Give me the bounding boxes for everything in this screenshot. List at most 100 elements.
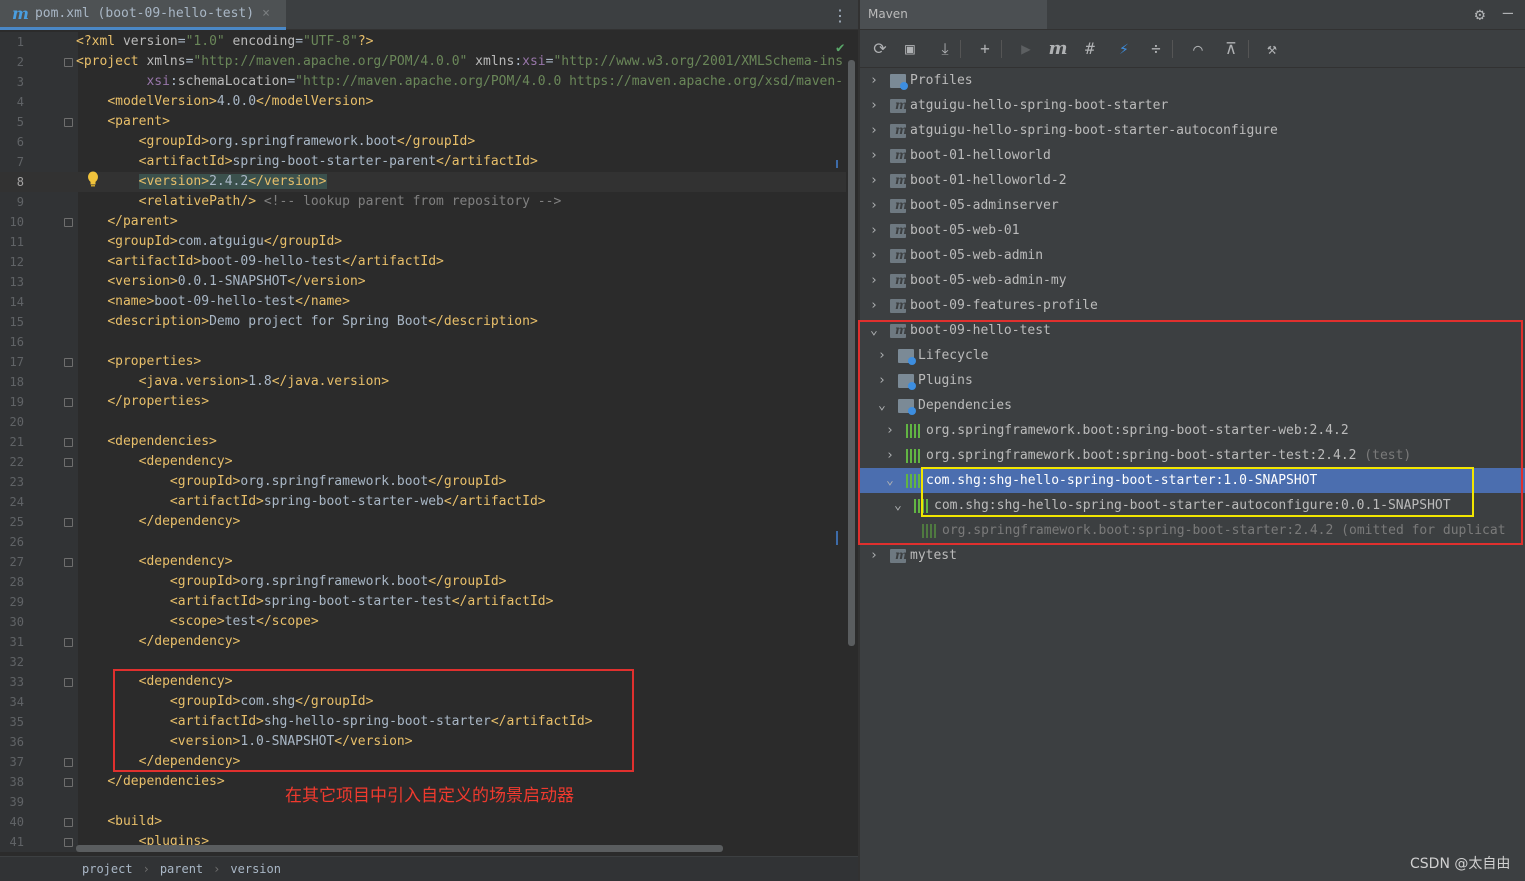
code-line[interactable]: 23 <groupId>org.springframework.boot</gr…: [0, 472, 846, 492]
code-line[interactable]: 9 <relativePath/> <!-- lookup parent fro…: [0, 192, 846, 212]
chevron-right-icon[interactable]: ›: [870, 93, 882, 118]
code-line[interactable]: 28 <groupId>org.springframework.boot</gr…: [0, 572, 846, 592]
code-line[interactable]: 19 </properties>: [0, 392, 846, 412]
code-text: <?xml version="1.0" encoding="UTF-8"?>: [76, 34, 374, 49]
line-number: 33: [9, 675, 24, 689]
code-line[interactable]: 7 <artifactId>spring-boot-starter-parent…: [0, 152, 846, 172]
fold-marker-icon[interactable]: [64, 58, 73, 67]
tree-item[interactable]: › atguigu-hello-spring-boot-starter-autoc…: [860, 118, 1525, 143]
code-line[interactable]: 29 <artifactId>spring-boot-starter-test<…: [0, 592, 846, 612]
breadcrumb-item-parent[interactable]: parent: [160, 862, 203, 876]
show-dependencies-icon[interactable]: ⌒: [1188, 39, 1208, 59]
fold-marker-icon[interactable]: [64, 758, 73, 767]
tree-item[interactable]: › boot-05-web-01: [860, 218, 1525, 243]
code-line[interactable]: 14 <name>boot-09-hello-test</name>: [0, 292, 846, 312]
chevron-right-icon[interactable]: ›: [870, 543, 882, 568]
code-line[interactable]: 24 <artifactId>spring-boot-starter-web</…: [0, 492, 846, 512]
code-line[interactable]: 31 </dependency>: [0, 632, 846, 652]
chevron-right-icon[interactable]: ›: [870, 118, 882, 143]
fold-marker-icon[interactable]: [64, 218, 73, 227]
code-line[interactable]: 12 <artifactId>boot-09-hello-test</artif…: [0, 252, 846, 272]
chevron-right-icon[interactable]: ›: [870, 68, 882, 93]
add-icon[interactable]: +: [975, 39, 995, 59]
collapse-all-icon[interactable]: ÷: [1146, 39, 1166, 59]
code-line[interactable]: 13 <version>0.0.1-SNAPSHOT</version>: [0, 272, 846, 292]
tree-item[interactable]: › boot-05-web-admin: [860, 243, 1525, 268]
toolbar-separator: [1248, 40, 1249, 58]
code-line[interactable]: 6 <groupId>org.springframework.boot</gro…: [0, 132, 846, 152]
code-line[interactable]: 3 xsi:schemaLocation="http://maven.apach…: [0, 72, 846, 92]
maven-title: Maven: [860, 0, 1047, 29]
fold-marker-icon[interactable]: [64, 778, 73, 787]
code-line[interactable]: 40 <build>: [0, 812, 846, 832]
fold-marker-icon[interactable]: [64, 518, 73, 527]
tree-item[interactable]: › Profiles: [860, 68, 1525, 93]
line-number: 25: [9, 515, 24, 529]
tree-item[interactable]: › boot-01-helloworld-2: [860, 168, 1525, 193]
fold-marker-icon[interactable]: [64, 398, 73, 407]
execute-goal-icon[interactable]: m: [1048, 39, 1068, 59]
fold-marker-icon[interactable]: [64, 118, 73, 127]
code-line[interactable]: 21 <dependencies>: [0, 432, 846, 452]
code-line[interactable]: 27 <dependency>: [0, 552, 846, 572]
chevron-right-icon[interactable]: ›: [870, 293, 882, 318]
checkmark-icon: ✔: [836, 40, 845, 56]
tab-pom-xml[interactable]: m pom.xml (boot-09-hello-test) ×: [0, 0, 286, 30]
minimize-icon[interactable]: —: [1503, 3, 1513, 23]
line-number: 20: [9, 415, 24, 429]
skip-tests-icon[interactable]: ⚡: [1114, 39, 1134, 59]
refresh-icon[interactable]: ⟳: [870, 39, 890, 59]
settings-wrench-icon[interactable]: ⚒: [1262, 39, 1282, 59]
generate-sources-icon[interactable]: ▣: [900, 39, 920, 59]
code-line[interactable]: 16: [0, 332, 846, 352]
code-line[interactable]: 26: [0, 532, 846, 552]
tree-item[interactable]: › mytest: [860, 543, 1525, 568]
code-line[interactable]: 1 <?xml version="1.0" encoding="UTF-8"?>: [0, 32, 846, 52]
download-icon[interactable]: ⤓: [935, 39, 955, 59]
tree-item[interactable]: › boot-01-helloworld: [860, 143, 1525, 168]
chevron-right-icon[interactable]: ›: [870, 243, 882, 268]
tree-item[interactable]: › boot-05-web-admin-my: [860, 268, 1525, 293]
run-icon[interactable]: ▶: [1016, 39, 1036, 59]
breadcrumb-item-version[interactable]: version: [230, 862, 281, 876]
vertical-scrollbar[interactable]: [848, 60, 855, 646]
chevron-right-icon[interactable]: ›: [870, 143, 882, 168]
fold-marker-icon[interactable]: [64, 818, 73, 827]
fold-marker-icon[interactable]: [64, 678, 73, 687]
more-vertical-icon[interactable]: ⋮: [832, 6, 848, 25]
code-line[interactable]: 4 <modelVersion>4.0.0</modelVersion>: [0, 92, 846, 112]
code-line[interactable]: 5 <parent>: [0, 112, 846, 132]
tree-item[interactable]: › atguigu-hello-spring-boot-starter: [860, 93, 1525, 118]
fold-marker-icon[interactable]: [64, 638, 73, 647]
code-line[interactable]: 18 <java.version>1.8</java.version>: [0, 372, 846, 392]
chevron-right-icon[interactable]: ›: [870, 268, 882, 293]
code-line[interactable]: 25 </dependency>: [0, 512, 846, 532]
chevron-right-icon[interactable]: ›: [870, 193, 882, 218]
code-line[interactable]: 15 <description>Demo project for Spring …: [0, 312, 846, 332]
expand-icon[interactable]: ⊼: [1221, 39, 1241, 59]
breadcrumb-item-project[interactable]: project: [82, 862, 133, 876]
toggle-offline-icon[interactable]: #: [1080, 39, 1100, 59]
code-line[interactable]: 8 <version>2.4.2</version>: [0, 172, 846, 192]
code-line[interactable]: 20: [0, 412, 846, 432]
lightbulb-icon[interactable]: [87, 171, 99, 187]
code-line[interactable]: 2 <project xmlns="http://maven.apache.org…: [0, 52, 846, 72]
close-icon[interactable]: ×: [262, 6, 270, 21]
code-line[interactable]: 11 <groupId>com.atguigu</groupId>: [0, 232, 846, 252]
code-line[interactable]: 22 <dependency>: [0, 452, 846, 472]
tree-item-label: boot-05-web-admin: [910, 248, 1044, 263]
code-line[interactable]: 10 </parent>: [0, 212, 846, 232]
horizontal-scrollbar[interactable]: [76, 845, 723, 852]
code-line[interactable]: 30 <scope>test</scope>: [0, 612, 846, 632]
tree-item[interactable]: › boot-09-features-profile: [860, 293, 1525, 318]
fold-marker-icon[interactable]: [64, 358, 73, 367]
tree-item[interactable]: › boot-05-adminserver: [860, 193, 1525, 218]
fold-marker-icon[interactable]: [64, 438, 73, 447]
chevron-right-icon[interactable]: ›: [870, 218, 882, 243]
code-line[interactable]: 17 <properties>: [0, 352, 846, 372]
fold-marker-icon[interactable]: [64, 838, 73, 847]
fold-marker-icon[interactable]: [64, 458, 73, 467]
chevron-right-icon[interactable]: ›: [870, 168, 882, 193]
gear-icon[interactable]: ⚙: [1475, 5, 1485, 25]
fold-marker-icon[interactable]: [64, 558, 73, 567]
